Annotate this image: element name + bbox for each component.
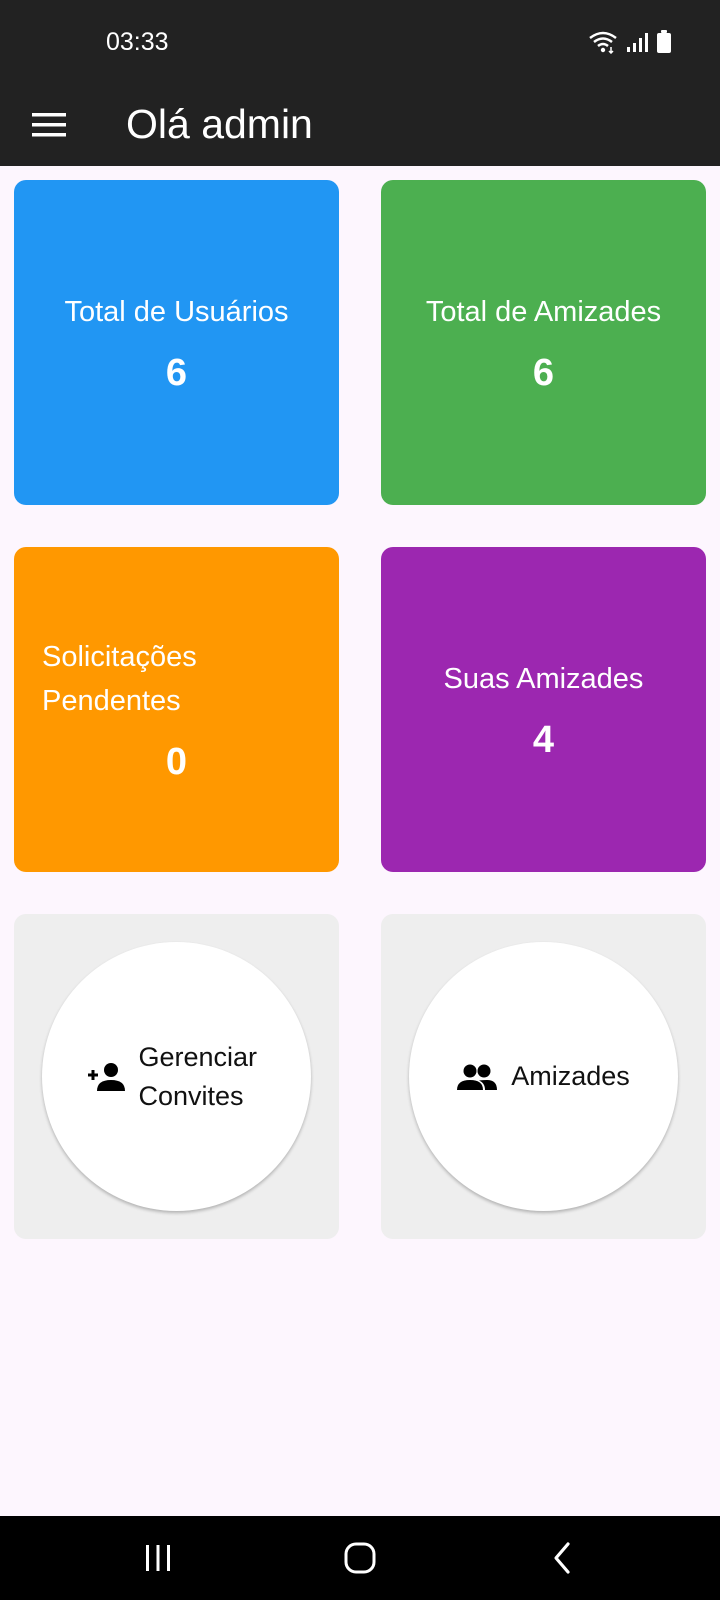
stat-label: Solicitações Pendentes [42,641,197,717]
stat-label: Total de Amizades [425,296,662,328]
stat-card-total-users: Total de Usuários 6 [14,180,339,505]
battery-icon [657,30,671,53]
stat-value: 0 [165,741,188,783]
recent-apps-icon [146,1545,170,1571]
back-button[interactable] [532,1533,592,1583]
action-card-manage-invites: Gerenciar Convites [14,914,339,1239]
home-icon [344,1542,376,1574]
status-icons [588,30,672,54]
system-nav-bar [0,1516,720,1600]
action-card-friendships: Amizades [381,914,706,1239]
person-add-icon [87,1062,125,1091]
action-label: Gerenciar Convites [138,1041,258,1111]
status-bar: 03:33 [0,0,720,84]
app-bar: Olá admin [0,84,720,166]
stat-card-pending-requests: Solicitações Pendentes 0 [14,547,339,872]
back-icon [554,1542,570,1574]
stat-label: Suas Amizades [443,663,644,695]
friendships-button[interactable]: Amizades [409,942,678,1211]
action-label: Amizades [511,1061,630,1091]
stat-value: 6 [532,352,555,394]
manage-invites-button[interactable]: Gerenciar Convites [42,942,311,1211]
menu-icon [32,113,66,137]
signal-icon [627,33,648,52]
home-button[interactable] [330,1533,390,1583]
stat-value: 6 [165,352,188,394]
page-title: Olá admin [126,101,313,147]
recent-apps-button[interactable] [128,1533,188,1583]
stat-card-your-friendships: Suas Amizades 4 [381,547,706,872]
stat-label: Total de Usuários [64,296,289,328]
stat-value: 4 [532,719,555,761]
stat-card-total-friendships: Total de Amizades 6 [381,180,706,505]
wifi-icon [589,31,617,54]
group-icon [457,1064,498,1090]
menu-button[interactable] [22,98,76,152]
status-time: 03:33 [106,28,169,56]
